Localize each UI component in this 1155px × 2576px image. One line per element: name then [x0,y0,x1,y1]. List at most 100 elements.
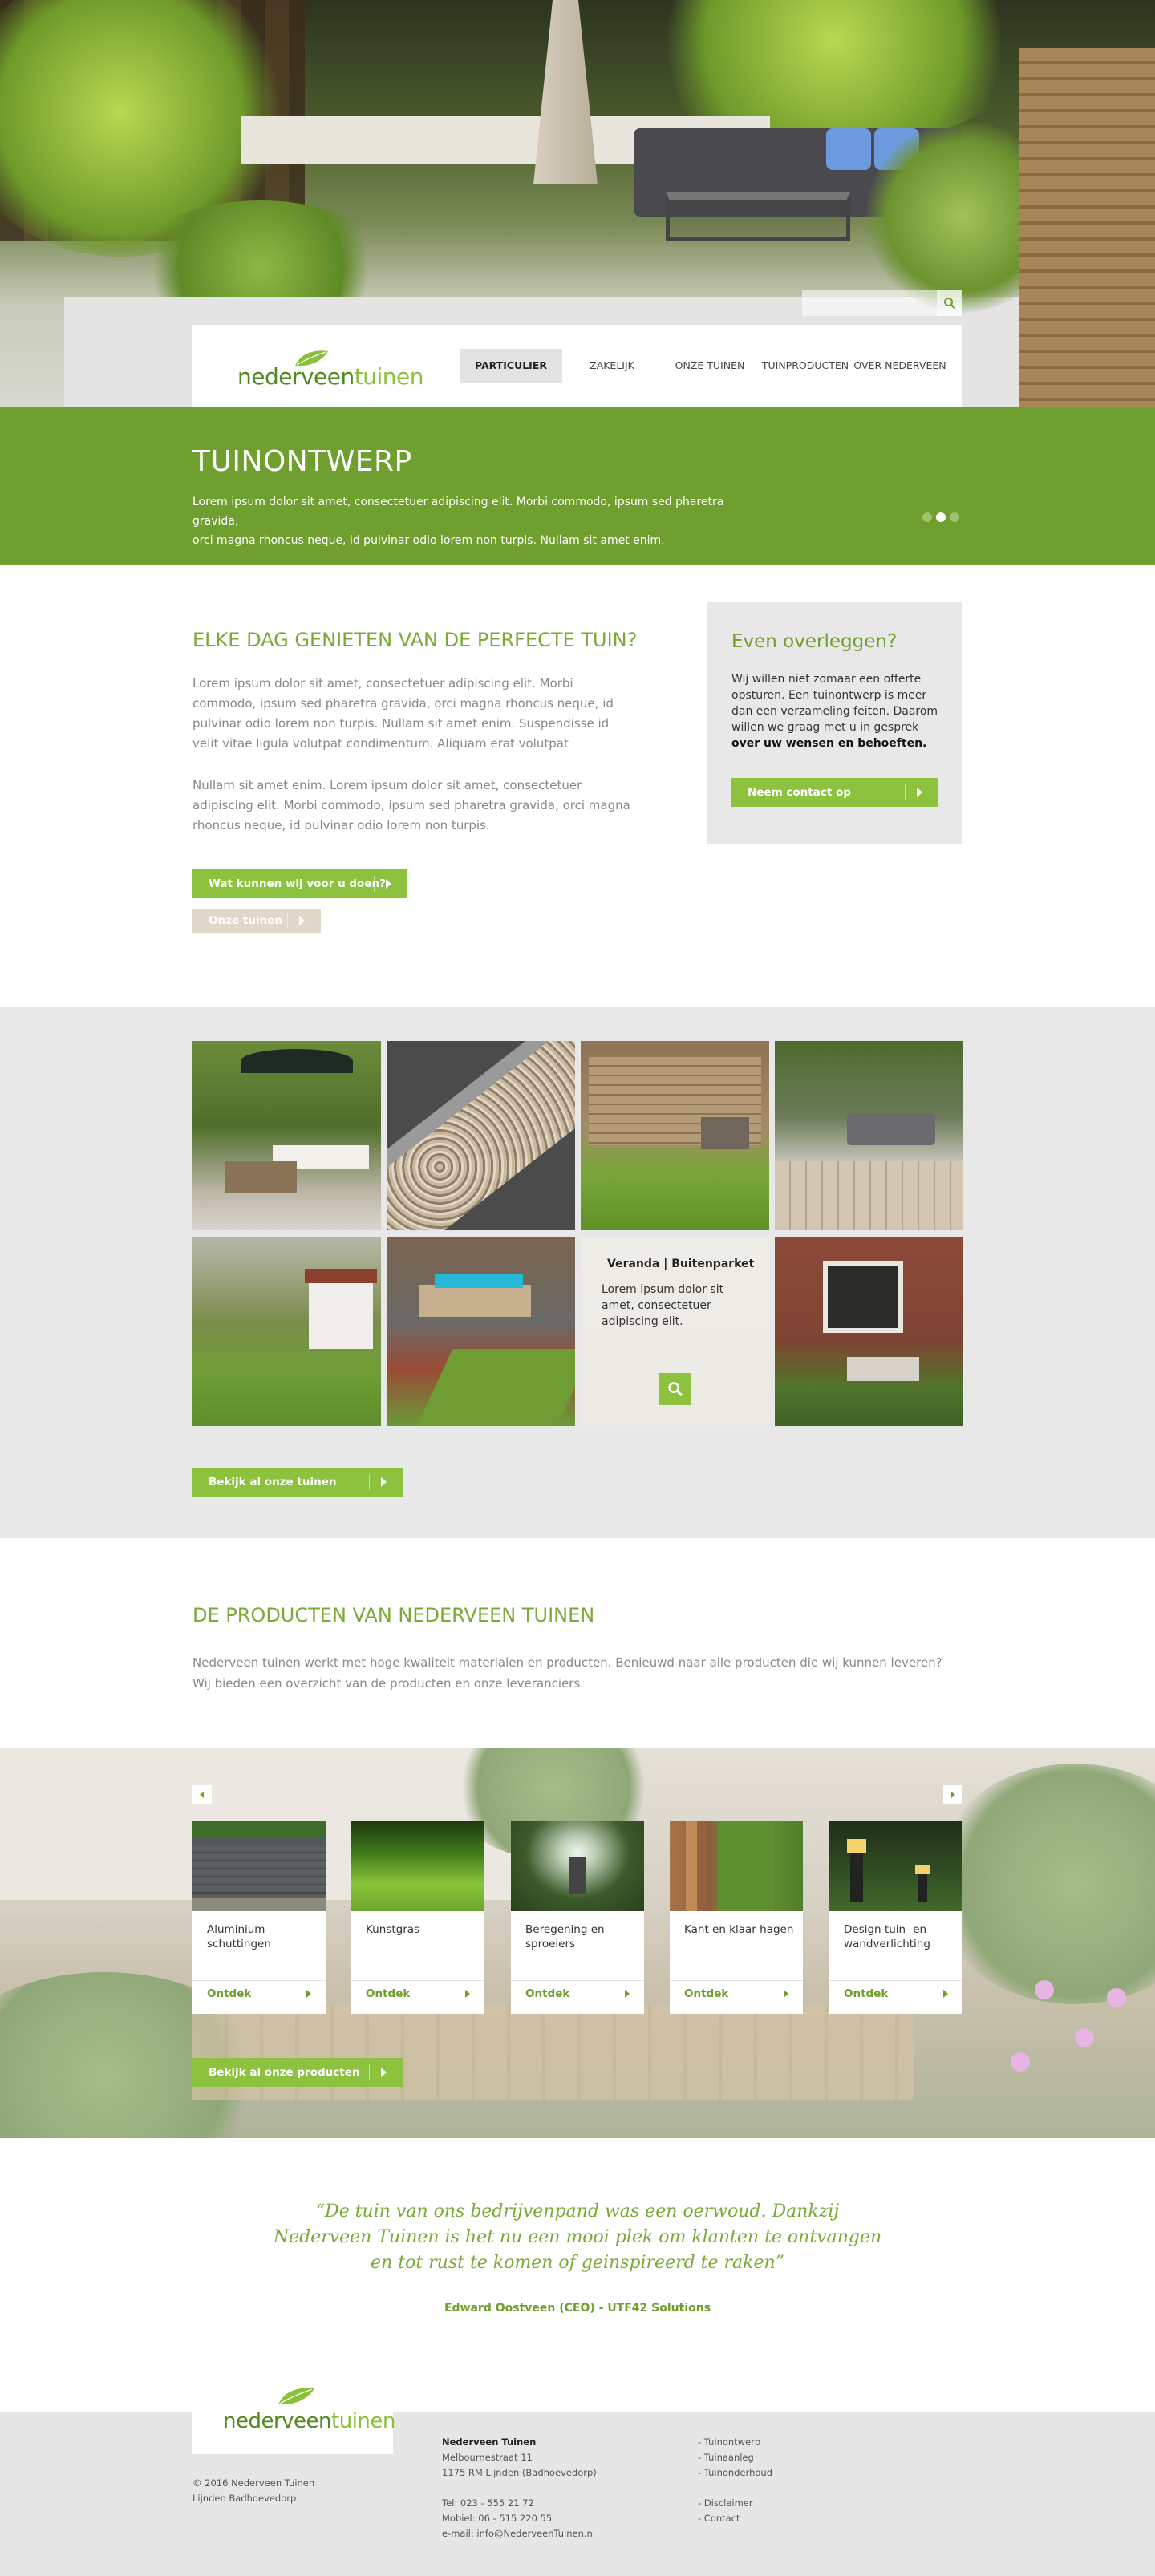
arrow-right-icon [917,788,922,797]
footer-mobile: Mobiel: 06 - 515 220 55 [442,2513,553,2524]
gallery-tile[interactable] [775,1237,963,1426]
slider-dot-2[interactable] [936,512,946,522]
product-label: Kant en klaar hagen [684,1923,794,1936]
footer-city: 1175 RM Lijnden (Badhoevedorp) [442,2467,597,2478]
arrow-right-icon [381,2068,387,2077]
discover-label: Ontdek [525,1987,570,2000]
contact-box-text-bold: over uw wensen en behoeften. [732,737,927,750]
discover-label: Ontdek [366,1987,411,2000]
quote-line-2: Nederveen Tuinen is het nu een mooi plek… [273,2227,882,2247]
product-card[interactable]: Aluminium schuttingen Ontdek [192,1821,326,2014]
gallery-tile[interactable] [387,1237,575,1426]
arrow-right-icon [943,1989,948,1998]
footer-link-contact[interactable]: - Contact [698,2511,772,2526]
product-label: Aluminium schuttingen [207,1923,271,1950]
product-label: Beregening en sproeiers [525,1923,605,1950]
search-button[interactable] [937,290,962,316]
gallery-tile[interactable] [192,1237,381,1426]
nav-item-onze-tuinen[interactable]: ONZE TUINEN [662,349,758,383]
discover-link[interactable]: Ontdek [511,1980,644,2006]
footer-link-tuinontwerp[interactable]: - Tuinontwerp [698,2435,772,2450]
what-can-we-do-button[interactable]: Wat kunnen wij voor u doen? [192,869,407,898]
footer-logo-text-part1: nederveen [223,2409,332,2433]
hero-band: TUINONTWERP Lorem ipsum dolor sit amet, … [0,407,1155,565]
copyright-location: Lijnden Badhoevedorp [192,2493,297,2504]
what-can-we-do-label: Wat kunnen wij voor u doen? [209,877,386,890]
hero-text: Lorem ipsum dolor sit amet, consectetuer… [192,492,754,550]
quote-line-1: “De tuin van ons bedrijvenpand was een o… [315,2201,840,2222]
logo[interactable]: nederveentuinen [237,342,424,390]
gallery-tile[interactable] [387,1041,575,1230]
gallery-tile[interactable] [775,1041,963,1230]
discover-link[interactable]: Ontdek [192,1980,326,2006]
nav-item-particulier[interactable]: PARTICULIER [460,349,562,383]
arrow-right-icon [625,1989,630,1998]
footer-link-tuinaanleg[interactable]: - Tuinaanleg [698,2450,772,2465]
product-card[interactable]: Beregening en sproeiers Ontdek [511,1821,644,2014]
all-gardens-label: Bekijk al onze tuinen [209,1476,337,1488]
search-input[interactable] [802,290,937,316]
zoom-button[interactable] [659,1373,691,1405]
contact-button[interactable]: Neem contact op [732,778,938,807]
gallery-tile[interactable] [581,1041,769,1230]
leaf-logo-icon [295,350,328,367]
product-image-beregening [511,1821,644,1911]
gallery-tile-hover[interactable]: Veranda | Buitenparket Lorem ipsum dolor… [581,1237,769,1426]
testimonial-author: Edward Oostveen (CEO) - UTF42 Solutions [444,2302,711,2315]
discover-label: Ontdek [844,1987,889,2000]
contact-box: Even overleggen? Wij willen niet zomaar … [707,602,962,844]
intro-paragraph-2: Nullam sit amet enim. Lorem ipsum dolor … [192,778,630,832]
carousel-next-button[interactable] [943,1785,962,1804]
footer-logo-text-part2: tuinen [331,2409,395,2433]
footer-logo[interactable]: nederveentuinen [192,2380,395,2454]
all-products-button[interactable]: Bekijk al onze producten [192,2058,403,2087]
gallery-tile[interactable] [192,1041,381,1230]
logo-text-part2: tuinen [354,363,424,390]
hero-title: TUINONTWERP [192,445,412,478]
footer-street: Melbournestraat 11 [442,2452,533,2463]
footer-links: - Tuinontwerp - Tuinaanleg - Tuinonderho… [698,2435,772,2526]
hero-text-line1: Lorem ipsum dolor sit amet, consectetuer… [192,496,724,528]
discover-label: Ontdek [207,1987,252,2000]
all-gardens-button[interactable]: Bekijk al onze tuinen [192,1468,403,1497]
product-card[interactable]: Kunstgras Ontdek [351,1821,484,2014]
footer-email[interactable]: e-mail: info@NederveenTuinen.nl [442,2526,597,2542]
intro-heading: ELKE DAG GENIETEN VAN DE PERFECTE TUIN? [192,629,638,651]
products-text: Nederveen tuinen werkt met hoge kwalitei… [192,1655,942,1691]
arrow-right-icon [381,1477,387,1487]
search-bar [802,290,962,316]
discover-link[interactable]: Ontdek [829,1980,962,2006]
gallery-section [0,1007,1155,1538]
gallery-tile-description: Lorem ipsum dolor sit amet, consectetuer… [602,1283,724,1328]
hero-text-line2: orci magna rhoncus neque, id pulvinar od… [192,534,665,547]
arrow-right-icon [386,879,391,889]
search-icon [944,298,956,310]
all-products-label: Bekijk al onze producten [209,2066,360,2079]
contact-box-text-regular: Wij willen niet zomaar een offerte opstu… [732,673,938,734]
footer-phone: Tel: 023 - 555 21 72 [442,2497,534,2509]
arrow-right-icon [465,1989,470,1998]
arrow-right-icon [306,1989,311,1998]
discover-link[interactable]: Ontdek [351,1980,484,2006]
product-label: Design tuin- en wandverlichting [844,1923,930,1950]
product-card[interactable]: Kant en klaar hagen Ontdek [670,1821,803,2014]
nav-item-over-nederveen[interactable]: OVER NEDERVEEN [853,349,947,383]
arrow-right-icon [299,916,305,925]
chevron-right-icon [951,1792,955,1798]
product-image-verlichting [829,1821,962,1911]
discover-label: Ontdek [684,1987,729,2000]
discover-link[interactable]: Ontdek [670,1980,803,2006]
slider-dot-3[interactable] [950,512,959,522]
slider-dot-1[interactable] [922,512,932,522]
product-image-kunstgras [351,1821,484,1911]
nav-item-tuinproducten[interactable]: TUINPRODUCTEN [758,349,853,383]
footer-address: Nederveen Tuinen Melbournestraat 11 1175… [442,2435,597,2542]
footer-link-tuinonderhoud[interactable]: - Tuinonderhoud [698,2465,772,2481]
nav-item-zakelijk[interactable]: ZAKELIJK [562,349,662,383]
footer-link-disclaimer[interactable]: - Disclaimer [698,2496,772,2511]
copyright-text: © 2016 Nederveen Tuinen [192,2477,315,2489]
onze-tuinen-button[interactable]: Onze tuinen [192,909,321,933]
carousel-prev-button[interactable] [192,1785,212,1804]
products-heading: DE PRODUCTEN VAN NEDERVEEN TUINEN [192,1604,595,1626]
product-card[interactable]: Design tuin- en wandverlichting Ontdek [829,1821,962,2014]
